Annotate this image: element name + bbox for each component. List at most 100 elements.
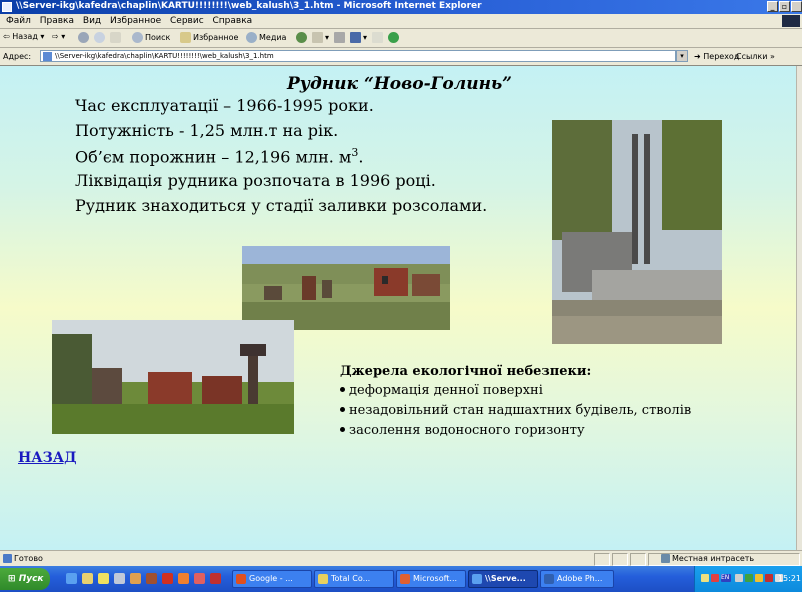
- search-button[interactable]: Поиск: [132, 32, 170, 43]
- status-pane: [612, 553, 628, 566]
- back-button[interactable]: ⇦ Назад ▾: [3, 32, 44, 41]
- print-button[interactable]: [334, 32, 347, 43]
- system-tray: EN 15:21: [694, 566, 802, 592]
- hazards-title: Джерела екологічної небезпеки:: [340, 364, 592, 379]
- taskbar-task-server-ie[interactable]: \\Serve...: [468, 570, 538, 588]
- home-button[interactable]: [110, 32, 123, 43]
- history-button[interactable]: [296, 32, 309, 43]
- zone-label: Местная интрасеть: [672, 554, 755, 563]
- favorites-label: Избранное: [193, 33, 239, 42]
- windows-logo-icon: [782, 15, 800, 27]
- links-label: Ссылки: [736, 52, 768, 61]
- taskbar-task-google[interactable]: Google - ...: [232, 570, 312, 588]
- ie-quicklaunch-icon[interactable]: [66, 573, 77, 584]
- bullet-icon: [340, 407, 345, 412]
- discuss-button[interactable]: [372, 32, 385, 43]
- media-button[interactable]: Медиа: [246, 32, 286, 43]
- links-button[interactable]: Ссылки »: [736, 52, 775, 61]
- taskbar-task-microsoft[interactable]: Microsoft...: [396, 570, 466, 588]
- toolbar: ⇦ Назад ▾ ⇨ ▾ Поиск Избранное Медиа ▾ ▾: [0, 29, 802, 48]
- go-label: Переход: [703, 52, 740, 61]
- status-bar: Готово Местная интрасеть: [0, 550, 802, 567]
- quicklaunch-icon[interactable]: [130, 573, 141, 584]
- hazard-text: засолення водоносного горизонту: [349, 423, 585, 438]
- quicklaunch-icon[interactable]: [98, 573, 109, 584]
- vertical-scrollbar[interactable]: [796, 66, 802, 550]
- tray-icon[interactable]: [745, 574, 753, 582]
- menu-help[interactable]: Справка: [213, 16, 253, 26]
- search-label: Поиск: [145, 33, 171, 42]
- close-button[interactable]: [791, 1, 802, 12]
- quicklaunch-icon[interactable]: [114, 573, 125, 584]
- address-label: Адрес:: [3, 52, 32, 61]
- refresh-icon: [94, 32, 105, 43]
- search-icon: [132, 32, 143, 43]
- menu-file[interactable]: Файл: [6, 16, 31, 26]
- tray-icon[interactable]: [765, 574, 773, 582]
- forward-button[interactable]: ⇨ ▾: [52, 32, 65, 41]
- tray-icon[interactable]: [711, 574, 719, 582]
- fact-cavity-volume: Об’єм порожнин – 12,196 млн. м3.: [75, 146, 364, 167]
- address-url: \\Server-ikg\kafedra\chaplin\KARTU!!!!!!…: [55, 52, 274, 60]
- hazard-item: деформація денної поверхні: [340, 383, 543, 398]
- quicklaunch-icon[interactable]: [210, 573, 221, 584]
- minimize-button[interactable]: _: [767, 1, 778, 12]
- media-icon: [246, 32, 257, 43]
- bullet-icon: [340, 387, 345, 392]
- edit-button[interactable]: ▾: [350, 32, 367, 43]
- address-input[interactable]: \\Server-ikg\kafedra\chaplin\KARTU!!!!!!…: [40, 50, 676, 62]
- menu-bar: Файл Правка Вид Избранное Сервис Справка: [0, 14, 802, 29]
- go-arrow-icon: ➜: [694, 52, 701, 61]
- page-done-icon: [3, 554, 12, 563]
- favorites-button[interactable]: Избранное: [180, 32, 238, 43]
- clock: 15:21: [777, 574, 801, 583]
- tray-icon[interactable]: [735, 574, 743, 582]
- start-button[interactable]: ⊞ Пуск: [0, 568, 50, 590]
- slide-title: Рудник “Ново-Голинь”: [287, 74, 512, 94]
- menu-edit[interactable]: Правка: [40, 16, 74, 26]
- status-pane: [594, 553, 610, 566]
- window-title-bar[interactable]: \\Server-ikg\kafedra\chaplin\KARTU!!!!!!…: [0, 0, 802, 14]
- menu-tools[interactable]: Сервис: [170, 16, 204, 26]
- page-icon: [43, 52, 52, 61]
- taskbar-task-adobe-photoshop[interactable]: Adobe Ph...: [540, 570, 614, 588]
- fact-cavity-volume-text: Об’єм порожнин – 12,196 млн. м: [75, 147, 352, 167]
- status-label: Готово: [14, 554, 43, 563]
- photo-mine-ruins-field: [242, 246, 450, 330]
- back-link[interactable]: НАЗАД: [18, 450, 77, 466]
- tray-icon[interactable]: [701, 574, 709, 582]
- photo-brick-buildings: [52, 320, 294, 434]
- total-commander-icon: [318, 574, 328, 584]
- refresh-button[interactable]: [94, 32, 107, 43]
- address-dropdown-button[interactable]: ▾: [676, 50, 688, 62]
- quicklaunch-icon[interactable]: [162, 573, 173, 584]
- page-content: Рудник “Ново-Голинь” Час експлуатації – …: [0, 66, 796, 550]
- tray-icon[interactable]: [755, 574, 763, 582]
- history-icon: [296, 32, 307, 43]
- stop-button[interactable]: [78, 32, 91, 43]
- taskbar-task-total-commander[interactable]: Total Co...: [314, 570, 394, 588]
- back-label: Назад: [12, 32, 38, 41]
- address-bar: Адрес: \\Server-ikg\kafedra\chaplin\KART…: [0, 48, 802, 66]
- menu-favorites[interactable]: Избранное: [110, 16, 161, 26]
- go-button[interactable]: ➜ Переход: [694, 52, 739, 61]
- quicklaunch-icon[interactable]: [146, 573, 157, 584]
- back-arrow-icon: ⇦: [3, 32, 10, 41]
- quicklaunch-icon[interactable]: [82, 573, 93, 584]
- quicklaunch-icon[interactable]: [178, 573, 189, 584]
- taskbar: ⊞ Пуск Google - ... Total Co... Microsof…: [0, 566, 802, 592]
- security-zone: Местная интрасеть: [661, 554, 754, 563]
- hazard-text: деформація денної поверхні: [349, 383, 543, 398]
- task-label: Google - ...: [249, 574, 293, 583]
- favorites-icon: [180, 32, 191, 43]
- maximize-button[interactable]: ▫: [779, 1, 790, 12]
- menu-view[interactable]: Вид: [83, 16, 101, 26]
- messenger-icon: [388, 32, 399, 43]
- fact-capacity: Потужність - 1,25 млн.т на рік.: [75, 121, 339, 140]
- quicklaunch-icon[interactable]: [194, 573, 205, 584]
- messenger-button[interactable]: [388, 32, 401, 43]
- language-indicator[interactable]: EN: [721, 574, 731, 582]
- ie-icon: [472, 574, 482, 584]
- mail-button[interactable]: ▾: [312, 32, 329, 43]
- volume-superscript: 3: [351, 146, 359, 159]
